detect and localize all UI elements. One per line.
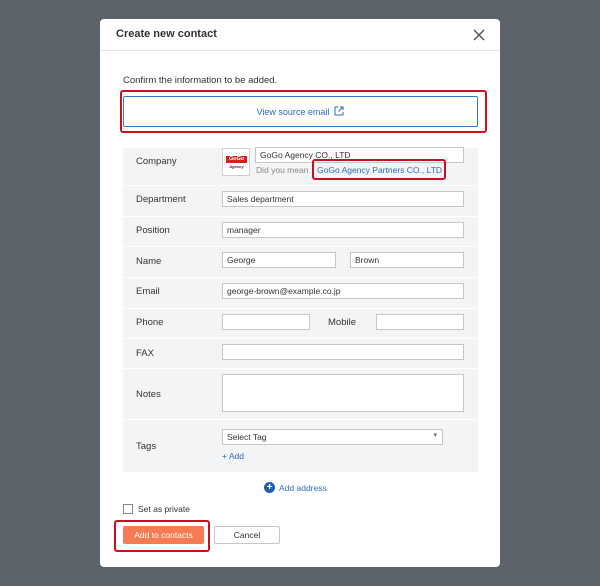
company-suggestion-highlight xyxy=(312,159,446,180)
row-divider xyxy=(123,308,478,309)
first-name-input[interactable]: George xyxy=(222,252,336,268)
fax-label: FAX xyxy=(136,348,154,359)
dialog-title: Create new contact xyxy=(116,28,217,40)
tag-select-value: Select Tag xyxy=(227,432,267,442)
create-contact-dialog: Create new contact Confirm the informati… xyxy=(100,19,500,567)
dialog-header: Create new contact xyxy=(100,19,500,51)
chevron-down-icon: ▾ xyxy=(433,432,437,439)
company-label: Company xyxy=(136,156,177,167)
mobile-input[interactable] xyxy=(376,314,464,330)
fax-input[interactable] xyxy=(222,344,464,360)
row-divider xyxy=(123,216,478,217)
add-address-label: Add address xyxy=(279,482,327,493)
add-tag-label: Add xyxy=(228,451,244,461)
row-divider xyxy=(123,185,478,186)
row-divider xyxy=(123,246,478,247)
did-you-mean-text: Did you mean xyxy=(256,165,309,175)
department-label: Department xyxy=(136,194,186,205)
private-checkbox[interactable] xyxy=(123,504,133,514)
position-input[interactable]: manager xyxy=(222,222,464,238)
close-icon[interactable] xyxy=(472,28,486,42)
tag-select[interactable]: Select Tag ▾ xyxy=(222,429,443,445)
source-email-highlight xyxy=(120,90,487,133)
last-name-input[interactable]: Brown xyxy=(350,252,464,268)
notes-textarea[interactable] xyxy=(222,374,464,412)
plus-icon: + xyxy=(222,451,227,461)
department-input[interactable]: Sales department xyxy=(222,191,464,207)
position-label: Position xyxy=(136,225,170,236)
mobile-label: Mobile xyxy=(328,317,356,328)
plus-circle-icon: + xyxy=(264,482,275,493)
row-divider xyxy=(123,368,478,369)
tags-label: Tags xyxy=(136,441,157,452)
company-logo: GoGo Agency xyxy=(222,148,250,176)
name-label: Name xyxy=(136,256,162,267)
cancel-button[interactable]: Cancel xyxy=(214,526,280,544)
add-tag-button[interactable]: + Add xyxy=(222,451,244,461)
email-label: Email xyxy=(136,286,160,297)
company-logo-mark: GoGo xyxy=(226,156,247,163)
row-divider xyxy=(123,338,478,339)
row-divider xyxy=(123,419,478,420)
private-checkbox-label: Set as private xyxy=(138,504,190,514)
notes-label: Notes xyxy=(136,389,161,400)
row-divider xyxy=(123,277,478,278)
phone-label: Phone xyxy=(136,317,164,328)
add-button-highlight xyxy=(114,520,210,552)
add-address-button[interactable]: + Add address xyxy=(264,482,327,493)
email-input[interactable]: george-brown@example.co.jp xyxy=(222,283,464,299)
phone-input[interactable] xyxy=(222,314,310,330)
confirm-text: Confirm the information to be added. xyxy=(123,75,278,86)
company-logo-subtitle: Agency xyxy=(229,164,244,169)
